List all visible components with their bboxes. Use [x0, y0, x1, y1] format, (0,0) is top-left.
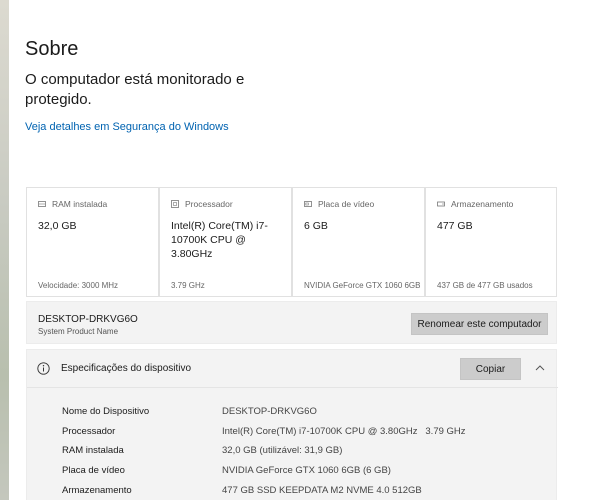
- product-name: System Product Name: [38, 327, 119, 336]
- card-footer: NVIDIA GeForce GTX 1060 6GB: [304, 281, 421, 290]
- spec-value: DESKTOP-DRKVG6O: [222, 406, 317, 417]
- device-specs-title: Especificações do dispositivo: [61, 363, 192, 374]
- spec-key: Placa de vídeo: [62, 465, 125, 476]
- card-label: Placa de vídeo: [318, 199, 375, 209]
- ram-icon: [38, 201, 46, 207]
- desktop-wallpaper-edge: [0, 0, 9, 500]
- device-specs-panel: Especificações do dispositivo Copiar Nom…: [26, 349, 558, 500]
- chevron-up-icon[interactable]: [535, 364, 545, 372]
- card-footer: Velocidade: 3000 MHz: [38, 281, 119, 290]
- card-label: Processador: [185, 199, 233, 209]
- storage-icon: [437, 201, 445, 207]
- spec-value: Intel(R) Core(TM) i7-10700K CPU @ 3.80GH…: [222, 426, 466, 437]
- protection-status: O computador está monitorado e protegido…: [25, 71, 245, 108]
- spec-key: RAM instalada: [62, 445, 124, 456]
- processor-icon: [171, 200, 179, 208]
- spec-key: Nome do Dispositivo: [62, 406, 150, 417]
- info-icon: [37, 362, 50, 375]
- page-title: Sobre: [25, 38, 79, 60]
- rename-computer-button[interactable]: Renomear este computador: [411, 313, 548, 335]
- spec-value: NVIDIA GeForce GTX 1060 6GB (6 GB): [222, 465, 391, 476]
- spec-value: 32,0 GB (utilizável: 31,9 GB): [222, 445, 343, 456]
- spec-key: Armazenamento: [62, 485, 132, 496]
- card-footer: 3.79 GHz: [171, 281, 205, 290]
- card-footer: 437 GB de 477 GB usados: [437, 281, 533, 290]
- card-label: Armazenamento: [451, 199, 514, 209]
- card-storage: Armazenamento 477 GB 437 GB de 477 GB us…: [425, 187, 557, 297]
- windows-security-link[interactable]: Veja detalhes em Segurança do Windows: [25, 121, 229, 133]
- card-gpu: Placa de vídeo 6 GB NVIDIA GeForce GTX 1…: [292, 187, 425, 297]
- card-value: Intel(R) Core(TM) i7-10700K CPU @ 3.80GH…: [171, 220, 268, 260]
- card-label: RAM instalada: [52, 199, 108, 209]
- card-value: 477 GB: [437, 220, 473, 232]
- gpu-icon: [304, 201, 312, 207]
- device-name: DESKTOP-DRKVG6O: [38, 314, 138, 325]
- spec-key: Processador: [62, 426, 116, 437]
- device-name-panel: DESKTOP-DRKVG6O System Product Name Reno…: [26, 301, 557, 344]
- hardware-summary-cards: RAM instalada 32,0 GB Velocidade: 3000 M…: [26, 187, 557, 297]
- spec-value: 477 GB SSD KEEPDATA M2 NVME 4.0 512GB: [222, 485, 422, 496]
- copy-button[interactable]: Copiar: [460, 358, 521, 380]
- card-processor: Processador Intel(R) Core(TM) i7-10700K …: [159, 187, 292, 297]
- card-value: 32,0 GB: [38, 220, 77, 232]
- card-value: 6 GB: [304, 220, 328, 232]
- device-specs-header[interactable]: Especificações do dispositivo Copiar: [27, 350, 558, 388]
- card-ram: RAM instalada 32,0 GB Velocidade: 3000 M…: [26, 187, 159, 297]
